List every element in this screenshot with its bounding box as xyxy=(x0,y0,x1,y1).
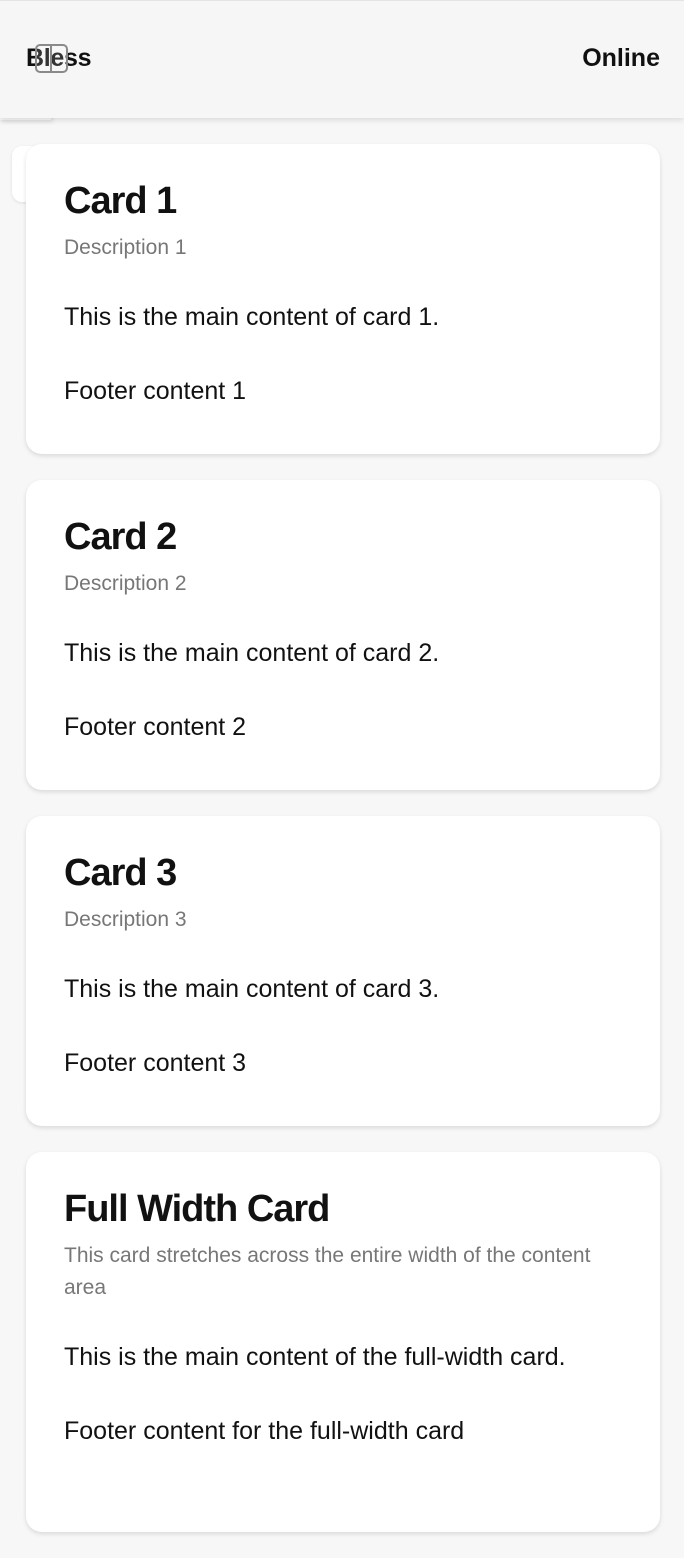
card-title: Full Width Card xyxy=(64,1188,330,1230)
card-content: This is the main content of card 2. xyxy=(64,639,440,667)
card-footer: Footer content 1 xyxy=(64,377,247,405)
card-3: Card 3 Description 3 This is the main co… xyxy=(26,816,660,1126)
card-content: This is the main content of card 1. xyxy=(64,303,440,331)
card-1: Card 1 Description 1 This is the main co… xyxy=(26,144,660,454)
card-2: Card 2 Description 2 This is the main co… xyxy=(26,480,660,790)
card-title: Card 3 xyxy=(64,852,177,894)
card-description: Description 3 xyxy=(64,908,187,931)
card-footer: Footer content 2 xyxy=(64,713,247,741)
full-width-card: Full Width Card This card stretches acro… xyxy=(26,1152,660,1532)
card-description: Description 2 xyxy=(64,572,187,595)
card-list: Card 1 Description 1 This is the main co… xyxy=(26,144,660,1558)
card-footer: Footer content 3 xyxy=(64,1049,247,1077)
card-description: This card stretches across the entire wi… xyxy=(64,1244,591,1299)
card-content: This is the main content of the full-wid… xyxy=(64,1343,566,1371)
card-footer: Footer content for the full-width card xyxy=(64,1417,465,1445)
card-title: Card 2 xyxy=(64,516,177,558)
card-title: Card 1 xyxy=(64,180,177,222)
sidebar-toggle-icon[interactable] xyxy=(35,44,68,73)
card-description: Description 1 xyxy=(64,236,187,259)
connection-status: Online xyxy=(582,44,660,72)
card-content: This is the main content of card 3. xyxy=(64,975,440,1003)
